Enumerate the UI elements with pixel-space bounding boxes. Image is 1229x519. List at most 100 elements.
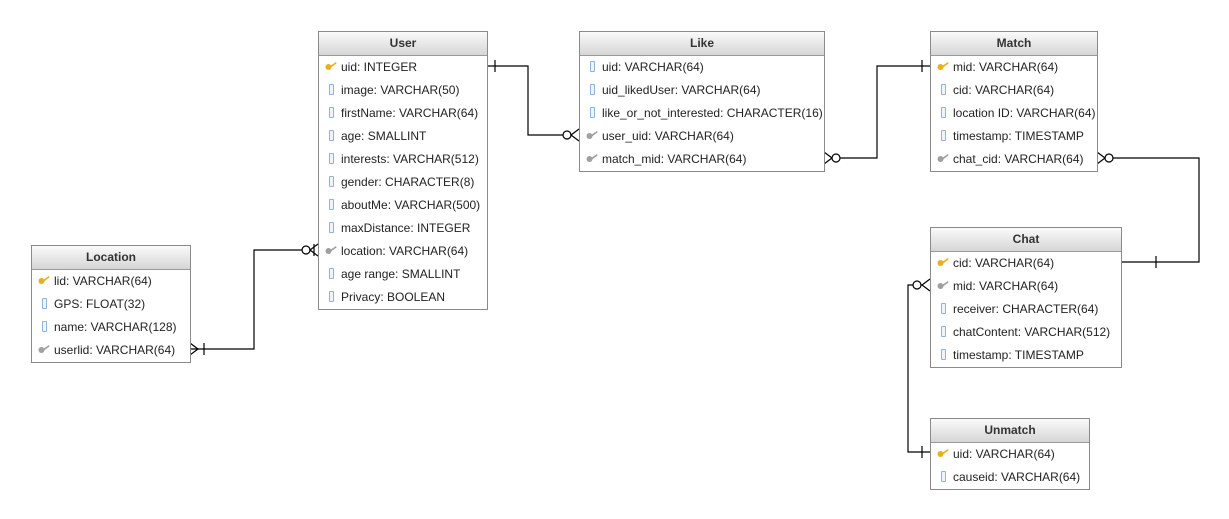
table-field[interactable]: userlid: VARCHAR(64) bbox=[32, 339, 190, 362]
field-label: aboutMe: VARCHAR(500) bbox=[341, 198, 481, 212]
field-label: receiver: CHARACTER(64) bbox=[953, 302, 1099, 316]
table-field[interactable]: age range: SMALLINT bbox=[319, 263, 487, 286]
table-field[interactable]: like_or_not_interested: CHARACTER(16) bbox=[580, 102, 824, 125]
foreign-key-icon bbox=[586, 148, 598, 171]
field-label: cid: VARCHAR(64) bbox=[953, 83, 1055, 97]
primary-key-icon bbox=[937, 252, 949, 275]
table-field[interactable]: GPS: FLOAT(32) bbox=[32, 293, 190, 316]
field-label: interests: VARCHAR(512) bbox=[341, 152, 479, 166]
field-label: Privacy: BOOLEAN bbox=[341, 290, 446, 304]
table-field[interactable]: timestamp: TIMESTAMP bbox=[931, 125, 1097, 148]
table-field[interactable]: mid: VARCHAR(64) bbox=[931, 56, 1097, 79]
column-icon bbox=[325, 125, 337, 148]
table-unmatch[interactable]: Unmatch uid: VARCHAR(64) causeid: VARCHAR(… bbox=[930, 418, 1090, 490]
field-label: name: VARCHAR(128) bbox=[54, 320, 177, 334]
table-field[interactable]: cid: VARCHAR(64) bbox=[931, 79, 1097, 102]
table-field[interactable]: age: SMALLINT bbox=[319, 125, 487, 148]
table-location[interactable]: Location lid: VARCHAR(64) GPS: FLOAT(32) na… bbox=[31, 245, 191, 363]
column-icon bbox=[325, 194, 337, 217]
field-label: firstName: VARCHAR(64) bbox=[341, 106, 479, 120]
foreign-key-icon bbox=[38, 339, 50, 362]
table-field[interactable]: location: VARCHAR(64) bbox=[319, 240, 487, 263]
table-field[interactable]: location ID: VARCHAR(64) bbox=[931, 102, 1097, 125]
column-icon bbox=[325, 79, 337, 102]
field-label: GPS: FLOAT(32) bbox=[54, 297, 146, 311]
table-field[interactable]: Privacy: BOOLEAN bbox=[319, 286, 487, 309]
table-match[interactable]: Match mid: VARCHAR(64) cid: VARCHAR(64) loc… bbox=[930, 31, 1098, 172]
table-field[interactable]: match_mid: VARCHAR(64) bbox=[580, 148, 824, 171]
field-label: chatContent: VARCHAR(512) bbox=[953, 325, 1111, 339]
field-label: uid: INTEGER bbox=[341, 60, 418, 74]
table-field[interactable]: uid_likedUser: VARCHAR(64) bbox=[580, 79, 824, 102]
table-like[interactable]: Like uid: VARCHAR(64) uid_likedUser: VARCH… bbox=[579, 31, 825, 172]
table-field[interactable]: firstName: VARCHAR(64) bbox=[319, 102, 487, 125]
field-label: cid: VARCHAR(64) bbox=[953, 256, 1055, 270]
field-label: like_or_not_interested: CHARACTER(16) bbox=[602, 106, 823, 120]
column-icon bbox=[937, 102, 949, 125]
table-field[interactable]: chatContent: VARCHAR(512) bbox=[931, 321, 1121, 344]
column-icon bbox=[325, 286, 337, 309]
table-field[interactable]: image: VARCHAR(50) bbox=[319, 79, 487, 102]
column-icon bbox=[38, 293, 50, 316]
primary-key-icon bbox=[937, 56, 949, 79]
table-field[interactable]: uid: INTEGER bbox=[319, 56, 487, 79]
table-title: Match bbox=[931, 32, 1097, 56]
column-icon bbox=[937, 321, 949, 344]
field-label: uid: VARCHAR(64) bbox=[602, 60, 704, 74]
table-chat[interactable]: Chat cid: VARCHAR(64) mid: VARCHAR(64) rece… bbox=[930, 227, 1122, 368]
table-field[interactable]: chat_cid: VARCHAR(64) bbox=[931, 148, 1097, 171]
column-icon bbox=[937, 466, 949, 489]
field-label: mid: VARCHAR(64) bbox=[953, 60, 1059, 74]
table-field[interactable]: maxDistance: INTEGER bbox=[319, 217, 487, 240]
field-label: gender: CHARACTER(8) bbox=[341, 175, 475, 189]
column-icon bbox=[325, 148, 337, 171]
table-field[interactable]: gender: CHARACTER(8) bbox=[319, 171, 487, 194]
field-label: causeid: VARCHAR(64) bbox=[953, 470, 1081, 484]
table-title: Location bbox=[32, 246, 190, 270]
field-label: age range: SMALLINT bbox=[341, 267, 461, 281]
column-icon bbox=[937, 344, 949, 367]
column-icon bbox=[325, 171, 337, 194]
field-label: maxDistance: INTEGER bbox=[341, 221, 471, 235]
column-icon bbox=[937, 125, 949, 148]
table-field[interactable]: timestamp: TIMESTAMP bbox=[931, 344, 1121, 367]
field-label: location ID: VARCHAR(64) bbox=[953, 106, 1096, 120]
primary-key-icon bbox=[325, 56, 337, 79]
foreign-key-icon bbox=[937, 148, 949, 171]
foreign-key-icon bbox=[586, 125, 598, 148]
field-label: uid_likedUser: VARCHAR(64) bbox=[602, 83, 761, 97]
column-icon bbox=[937, 298, 949, 321]
field-label: image: VARCHAR(50) bbox=[341, 83, 460, 97]
table-field[interactable]: cid: VARCHAR(64) bbox=[931, 252, 1121, 275]
table-title: User bbox=[319, 32, 487, 56]
table-field[interactable]: mid: VARCHAR(64) bbox=[931, 275, 1121, 298]
column-icon bbox=[937, 79, 949, 102]
table-field[interactable]: interests: VARCHAR(512) bbox=[319, 148, 487, 171]
table-title: Chat bbox=[931, 228, 1121, 252]
table-title: Like bbox=[580, 32, 824, 56]
field-label: location: VARCHAR(64) bbox=[341, 244, 469, 258]
table-field[interactable]: aboutMe: VARCHAR(500) bbox=[319, 194, 487, 217]
primary-key-icon bbox=[937, 443, 949, 466]
table-field[interactable]: user_uid: VARCHAR(64) bbox=[580, 125, 824, 148]
column-icon bbox=[586, 102, 598, 125]
foreign-key-icon bbox=[937, 275, 949, 298]
column-icon bbox=[325, 263, 337, 286]
field-label: mid: VARCHAR(64) bbox=[953, 279, 1059, 293]
rel-user-like bbox=[487, 60, 580, 142]
column-icon bbox=[586, 56, 598, 79]
field-label: chat_cid: VARCHAR(64) bbox=[953, 152, 1084, 166]
table-user[interactable]: User uid: INTEGER image: VARCHAR(50) firstN… bbox=[318, 31, 488, 310]
table-field[interactable]: name: VARCHAR(128) bbox=[32, 316, 190, 339]
table-field[interactable]: receiver: CHARACTER(64) bbox=[931, 298, 1121, 321]
field-label: timestamp: TIMESTAMP bbox=[953, 129, 1084, 143]
table-field[interactable]: causeid: VARCHAR(64) bbox=[931, 466, 1089, 489]
table-field[interactable]: uid: VARCHAR(64) bbox=[580, 56, 824, 79]
table-field[interactable]: uid: VARCHAR(64) bbox=[931, 443, 1089, 466]
table-field[interactable]: lid: VARCHAR(64) bbox=[32, 270, 190, 293]
field-label: lid: VARCHAR(64) bbox=[54, 274, 152, 288]
field-label: userlid: VARCHAR(64) bbox=[54, 343, 176, 357]
field-label: match_mid: VARCHAR(64) bbox=[602, 152, 747, 166]
field-label: uid: VARCHAR(64) bbox=[953, 447, 1055, 461]
column-icon bbox=[325, 217, 337, 240]
